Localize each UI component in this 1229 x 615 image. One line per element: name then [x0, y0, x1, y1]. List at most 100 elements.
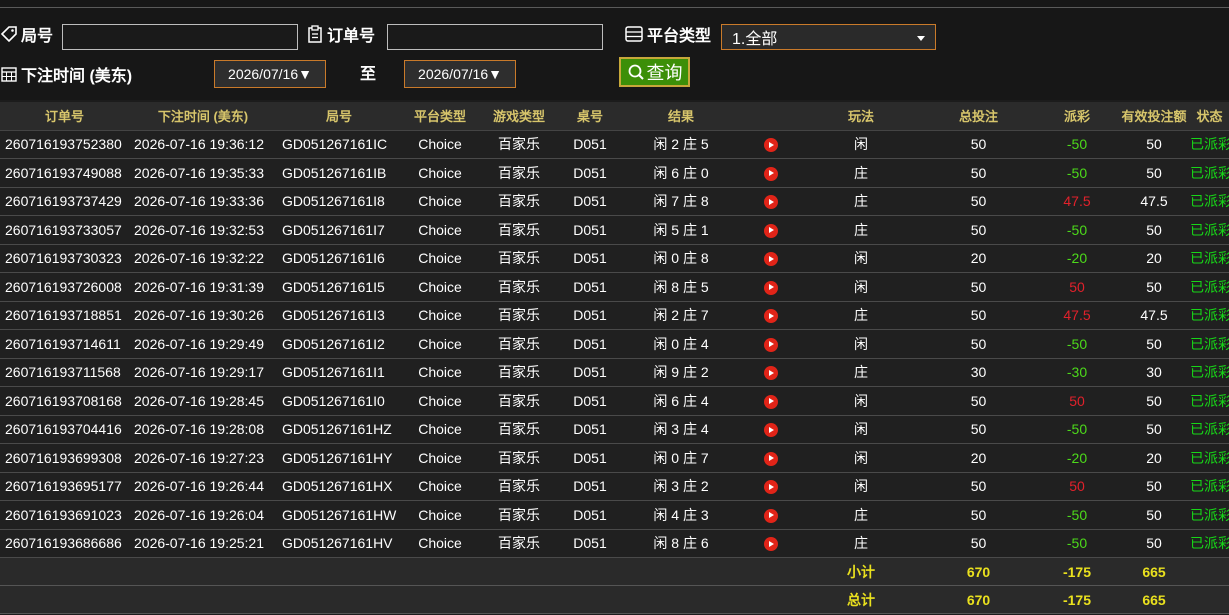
cell-replay[interactable] — [741, 472, 801, 501]
cell-replay[interactable] — [741, 529, 801, 558]
table-row: 260716193749088 2026-07-16 19:35:33 GD0512… — [0, 158, 1229, 188]
cell-payout: 47.5 — [1036, 301, 1118, 330]
bet-records-table: 订单号 下注时间 (美东) 局号 平台类型 游戏类型 桌号 结果 玩法 总投注 … — [0, 102, 1229, 614]
cell-bet: 50 — [921, 158, 1036, 188]
play-icon[interactable] — [764, 394, 778, 409]
date-to-picker[interactable]: 2026/07/16▼ — [404, 60, 516, 88]
cell-round: GD051267161I5 — [277, 272, 401, 302]
cell-replay[interactable] — [741, 130, 801, 159]
order-label: 订单号 — [306, 22, 375, 46]
play-icon[interactable] — [764, 280, 778, 295]
cell-replay[interactable] — [741, 158, 801, 188]
play-icon[interactable] — [764, 366, 778, 381]
cell-table: D051 — [559, 130, 621, 159]
cell-time: 2026-07-16 19:32:53 — [129, 215, 277, 245]
cell-payout: 50 — [1036, 472, 1118, 501]
total-label: 总计 — [801, 585, 921, 614]
date-from-picker[interactable]: 2026/07/16▼ — [214, 60, 326, 88]
cell-replay[interactable] — [741, 329, 801, 359]
play-icon[interactable] — [764, 252, 778, 267]
cell-round: GD051267161I3 — [277, 301, 401, 330]
play-icon[interactable] — [764, 423, 778, 438]
cell-time: 2026-07-16 19:27:23 — [129, 443, 277, 473]
cell-status: 已派彩 — [1190, 158, 1229, 188]
cell-order: 260716193752380 — [0, 130, 129, 159]
subtotal-payout: -175 — [1036, 557, 1118, 586]
cell-valid-bet: 50 — [1118, 272, 1190, 302]
cell-order: 260716193699308 — [0, 443, 129, 473]
play-icon[interactable] — [764, 451, 778, 466]
top-divider — [0, 7, 1229, 8]
play-icon[interactable] — [764, 223, 778, 238]
cell-table: D051 — [559, 158, 621, 188]
cell-round: GD051267161HX — [277, 472, 401, 501]
cell-play: 庄 — [801, 500, 921, 530]
cell-result: 闲 9 庄 2 — [621, 358, 741, 387]
cell-replay[interactable] — [741, 187, 801, 216]
cell-replay[interactable] — [741, 272, 801, 302]
cell-round: GD051267161I2 — [277, 329, 401, 359]
cell-platform: Choice — [401, 500, 479, 530]
cell-round: GD051267161IC — [277, 130, 401, 159]
col-header-replay — [741, 102, 801, 131]
cell-time: 2026-07-16 19:26:44 — [129, 472, 277, 501]
total-row: 总计 670 -175 665 — [0, 585, 1229, 614]
cell-result: 闲 3 庄 4 — [621, 415, 741, 444]
cell-time: 2026-07-16 19:35:33 — [129, 158, 277, 188]
cell-replay[interactable] — [741, 244, 801, 273]
play-icon[interactable] — [764, 138, 778, 153]
play-icon[interactable] — [764, 309, 778, 324]
round-label: 局号 — [0, 22, 53, 46]
cell-bet: 50 — [921, 415, 1036, 444]
cell-replay[interactable] — [741, 358, 801, 387]
play-icon[interactable] — [764, 537, 778, 552]
cell-bet: 20 — [921, 443, 1036, 473]
cell-table: D051 — [559, 500, 621, 530]
cell-game: 百家乐 — [479, 500, 559, 530]
play-icon[interactable] — [764, 166, 778, 181]
table-row: 260716193752380 2026-07-16 19:36:12 GD0512… — [0, 130, 1229, 159]
cell-table: D051 — [559, 301, 621, 330]
cell-valid-bet: 47.5 — [1118, 301, 1190, 330]
cell-table: D051 — [559, 415, 621, 444]
cell-platform: Choice — [401, 244, 479, 273]
play-icon[interactable] — [764, 508, 778, 523]
cell-order: 260716193686686 — [0, 529, 129, 558]
cell-play: 庄 — [801, 187, 921, 216]
query-button[interactable]: 查询 — [619, 57, 690, 87]
cell-valid-bet: 50 — [1118, 130, 1190, 159]
cell-game: 百家乐 — [479, 472, 559, 501]
cell-replay[interactable] — [741, 500, 801, 530]
cell-bet: 50 — [921, 472, 1036, 501]
cell-play: 庄 — [801, 158, 921, 188]
table-row: 260716193718851 2026-07-16 19:30:26 GD0512… — [0, 301, 1229, 330]
round-input[interactable] — [62, 24, 298, 50]
cell-replay[interactable] — [741, 215, 801, 245]
cell-bet: 50 — [921, 386, 1036, 416]
cell-result: 闲 3 庄 2 — [621, 472, 741, 501]
order-input[interactable] — [387, 24, 603, 50]
cell-replay[interactable] — [741, 386, 801, 416]
cell-platform: Choice — [401, 386, 479, 416]
play-icon[interactable] — [764, 337, 778, 352]
platform-select[interactable]: 1.全部 — [721, 24, 936, 50]
cell-payout: -50 — [1036, 529, 1118, 558]
cell-order: 260716193708168 — [0, 386, 129, 416]
cell-result: 闲 0 庄 7 — [621, 443, 741, 473]
cell-table: D051 — [559, 187, 621, 216]
cell-valid-bet: 50 — [1118, 329, 1190, 359]
cell-replay[interactable] — [741, 443, 801, 473]
col-header-game: 游戏类型 — [479, 102, 559, 131]
play-icon[interactable] — [764, 195, 778, 210]
cell-platform: Choice — [401, 301, 479, 330]
cell-round: GD051267161HY — [277, 443, 401, 473]
cell-result: 闲 7 庄 8 — [621, 187, 741, 216]
play-icon[interactable] — [764, 480, 778, 495]
cell-replay[interactable] — [741, 415, 801, 444]
cell-status: 已派彩 — [1190, 415, 1229, 444]
cell-bet: 50 — [921, 329, 1036, 359]
cell-round: GD051267161I1 — [277, 358, 401, 387]
cell-replay[interactable] — [741, 301, 801, 330]
col-header-round: 局号 — [277, 102, 401, 131]
cell-platform: Choice — [401, 415, 479, 444]
